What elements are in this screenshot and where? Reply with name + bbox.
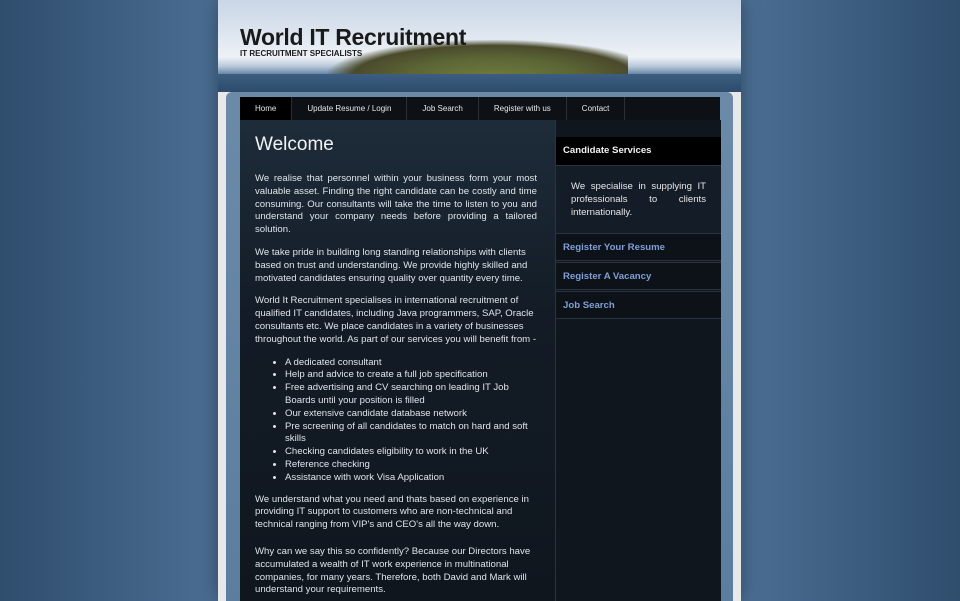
- sea-banner-image: [218, 74, 741, 92]
- services-paragraph: World It Recruitment specialises in inte…: [255, 295, 537, 345]
- nav-contact[interactable]: Contact: [567, 97, 626, 120]
- list-item: Free advertising and CV searching on lea…: [285, 382, 537, 408]
- list-item: Checking candidates eligibility to work …: [285, 446, 537, 459]
- list-item: Help and advice to create a full job spe…: [285, 369, 537, 382]
- main-content: Welcome We realise that personnel within…: [240, 120, 555, 601]
- page-container: World IT Recruitment IT RECRUITMENT SPEC…: [218, 0, 741, 601]
- list-item: Pre screening of all candidates to match…: [285, 421, 537, 447]
- list-item: A dedicated consultant: [285, 357, 537, 370]
- list-item: Our extensive candidate database network: [285, 408, 537, 421]
- site-title[interactable]: World IT Recruitment: [240, 24, 466, 51]
- nav-register-with-us[interactable]: Register with us: [479, 97, 567, 120]
- site-subtitle: IT RECRUITMENT SPECIALISTS: [240, 49, 363, 58]
- sidebar-link-register-resume[interactable]: Register Your Resume: [556, 233, 721, 261]
- list-item: Reference checking: [285, 459, 537, 472]
- experience-paragraph: We understand what you need and thats ba…: [255, 493, 529, 531]
- sidebar-link-job-search[interactable]: Job Search: [556, 291, 721, 319]
- site-header: World IT Recruitment IT RECRUITMENT SPEC…: [218, 0, 741, 92]
- directors-paragraph: Why can we say this so confidently? Beca…: [255, 545, 531, 596]
- sidebar: Candidate Services We specialise in supp…: [555, 120, 721, 601]
- benefits-list: A dedicated consultant Help and advice t…: [255, 357, 537, 485]
- sidebar-heading: Candidate Services: [556, 137, 721, 165]
- nav-update-resume-login[interactable]: Update Resume / Login: [292, 97, 408, 120]
- nav-home[interactable]: Home: [240, 97, 293, 120]
- main-nav: Home Update Resume / Login Job Search Re…: [240, 97, 720, 120]
- nav-job-search[interactable]: Job Search: [407, 97, 479, 120]
- intro-paragraph: We realise that personnel within your bu…: [255, 173, 537, 236]
- relationships-paragraph: We take pride in building long standing …: [255, 246, 528, 284]
- sidebar-link-register-vacancy[interactable]: Register A Vacancy: [556, 262, 721, 290]
- page-title: Welcome: [255, 134, 334, 155]
- list-item: Assistance with work Visa Application: [285, 472, 537, 485]
- sidebar-description: We specialise in supplying IT profession…: [556, 165, 721, 233]
